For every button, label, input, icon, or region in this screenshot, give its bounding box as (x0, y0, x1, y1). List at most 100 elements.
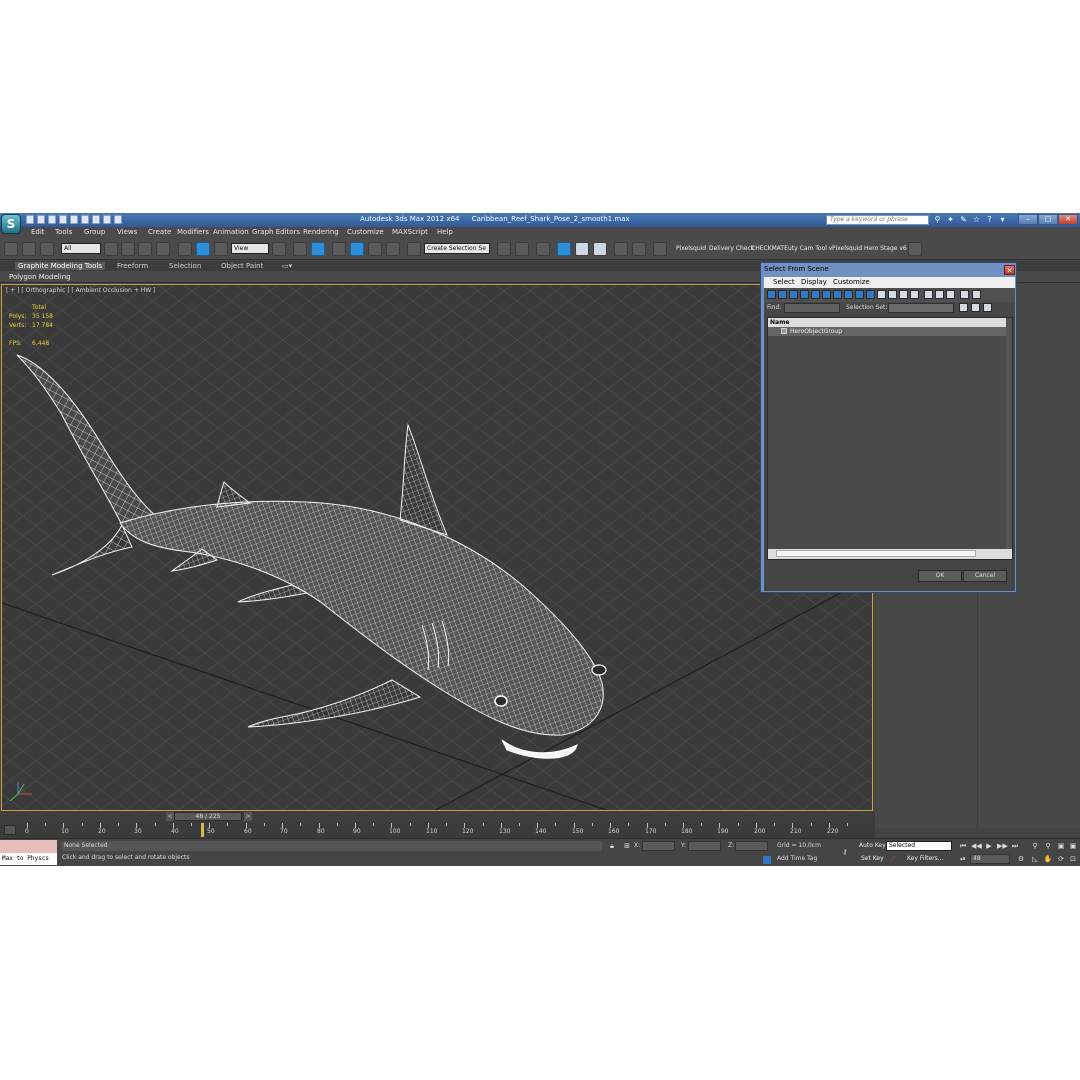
render-frame-window-icon[interactable] (653, 242, 667, 256)
default-in-out-tangent-icon[interactable]: ⟋ (889, 855, 897, 863)
display-lights-icon[interactable] (789, 290, 798, 299)
cancel-button[interactable]: Cancel (963, 570, 1007, 582)
ribbon-options-icon[interactable]: ▭▾ (282, 262, 292, 270)
display-xrefs-icon[interactable] (844, 290, 853, 299)
scene-object-list[interactable]: Name HeroObjectGroup (767, 317, 1013, 560)
select-none-icon[interactable] (935, 290, 944, 299)
project-folder-icon[interactable] (103, 215, 111, 224)
tab-freeform[interactable]: Freeform (117, 262, 148, 270)
previous-frame-icon[interactable]: ◀◀ (971, 841, 982, 851)
keyboard-shortcut-override-icon[interactable] (311, 242, 325, 256)
edit-named-selection-icon[interactable] (407, 242, 421, 256)
filter-icon[interactable] (960, 290, 969, 299)
select-all-icon[interactable] (924, 290, 933, 299)
menu-create[interactable]: Create (148, 228, 171, 236)
tab-graphite-modeling-tools[interactable]: Graphite Modeling Tools (15, 262, 106, 270)
checkmate-button[interactable]: CHECKMATE (751, 245, 788, 252)
select-object-icon[interactable] (104, 242, 118, 256)
display-groups-icon[interactable] (833, 290, 842, 299)
display-hidden-icon[interactable] (888, 290, 897, 299)
tab-selection[interactable]: Selection (169, 262, 201, 270)
shark-wireframe-model[interactable] (2, 285, 873, 811)
y-coordinate-field[interactable] (688, 841, 721, 851)
close-button[interactable]: ✕ (1058, 214, 1078, 225)
menu-modifiers[interactable]: Modifiers (177, 228, 209, 236)
selection-set-dropdown[interactable] (888, 303, 954, 313)
maxscript-input[interactable]: Max to Physcs (0, 853, 57, 865)
key-selection-dropdown[interactable]: Selected (886, 841, 952, 851)
key-filters-button[interactable]: Key Filters... (907, 855, 944, 862)
schematic-view-icon[interactable] (593, 242, 607, 256)
save-file-icon[interactable] (48, 215, 56, 224)
undo-dropdown-icon[interactable] (70, 215, 78, 224)
percent-snap-icon[interactable] (368, 242, 382, 256)
redo-dropdown-icon[interactable] (92, 215, 100, 224)
horizontal-scroll-thumb[interactable] (776, 550, 976, 557)
polygon-modeling-panel[interactable]: Polygon Modeling (9, 273, 71, 281)
select-and-link-icon[interactable] (4, 242, 18, 256)
remove-selection-set-icon[interactable] (983, 303, 992, 312)
menu-views[interactable]: Views (117, 228, 137, 236)
snaps-toggle-icon[interactable] (332, 242, 346, 256)
display-cameras-icon[interactable] (800, 290, 809, 299)
menu-maxscript[interactable]: MAXScript (392, 228, 428, 236)
display-helpers-icon[interactable] (811, 290, 820, 299)
help-dropdown-icon[interactable]: ▾ (998, 215, 1007, 224)
display-none-icon[interactable] (910, 290, 919, 299)
pan-view-icon[interactable]: ✋ (1043, 854, 1053, 864)
time-slider-next-button[interactable]: > (244, 812, 252, 821)
x-coordinate-field[interactable] (642, 841, 675, 851)
track-bar[interactable]: 0 10 20 30 40 50 60 70 80 90 100 110 120 130 140 150 160… (0, 823, 875, 838)
material-editor-icon[interactable] (614, 242, 628, 256)
named-selection-set-dropdown[interactable]: Create Selection Se (424, 243, 490, 254)
pivot-center-icon[interactable] (272, 242, 286, 256)
current-frame-field[interactable]: 48 (970, 854, 1010, 864)
menu-edit[interactable]: Edit (31, 228, 45, 236)
mirror-icon[interactable] (497, 242, 511, 256)
redo-icon[interactable] (81, 215, 89, 224)
select-and-manipulate-icon[interactable] (293, 242, 307, 256)
display-space-warps-icon[interactable] (822, 290, 831, 299)
key-mode-toggle-icon[interactable]: ⏯ (958, 854, 968, 864)
selection-filter-dropdown[interactable]: All (61, 243, 101, 254)
curve-editor-icon[interactable] (575, 242, 589, 256)
absolute-mode-icon[interactable]: ⊞ (623, 842, 631, 850)
add-selection-set-icon[interactable] (971, 303, 980, 312)
pixelsquid-button-2[interactable]: Pixelsquid (832, 245, 862, 252)
menu-group[interactable]: Group (84, 228, 105, 236)
help-icon[interactable]: ? (985, 215, 994, 224)
minimize-button[interactable]: – (1018, 214, 1038, 225)
infocenter-search-input[interactable]: Type a keyword or phrase (826, 215, 929, 225)
go-to-end-icon[interactable]: ⏭ (1010, 841, 1020, 851)
time-configuration-icon[interactable]: ⚙ (1016, 854, 1026, 864)
edit-selection-set-icon[interactable] (959, 303, 968, 312)
display-geometry-icon[interactable] (767, 290, 776, 299)
menu-help[interactable]: Help (437, 228, 453, 236)
reference-coordinate-dropdown[interactable]: View (231, 243, 269, 254)
set-key-icon[interactable]: ⚷ (838, 848, 852, 856)
new-file-icon[interactable] (26, 215, 34, 224)
graphite-toggle-icon[interactable] (557, 242, 571, 256)
dialog-close-button[interactable]: ✕ (1004, 265, 1015, 275)
rectangular-selection-icon[interactable] (138, 242, 152, 256)
dialog-menu-customize[interactable]: Customize (833, 278, 870, 286)
z-coordinate-field[interactable] (735, 841, 768, 851)
select-and-scale-icon[interactable] (214, 242, 228, 256)
application-menu-logo-icon[interactable]: S (1, 214, 21, 234)
spinner-snap-icon[interactable] (386, 242, 400, 256)
list-item[interactable]: HeroObjectGroup (768, 327, 1012, 336)
window-crossing-icon[interactable] (156, 242, 170, 256)
viewport-label-menu[interactable]: [ + ] [ Orthographic ] [ Ambient Occlusi… (6, 287, 155, 294)
menu-rendering[interactable]: Rendering (303, 228, 339, 236)
subscription-icon[interactable]: ✦ (946, 215, 955, 224)
open-file-icon[interactable] (37, 215, 45, 224)
display-shapes-icon[interactable] (778, 290, 787, 299)
communication-center-icon[interactable]: ✎ (959, 215, 968, 224)
unlink-icon[interactable] (22, 242, 36, 256)
list-vertical-scrollbar[interactable] (1006, 318, 1012, 549)
ok-button[interactable]: OK (918, 570, 962, 582)
perspective-viewport[interactable]: [ + ] [ Orthographic ] [ Ambient Occlusi… (1, 284, 873, 811)
select-by-name-icon[interactable] (121, 242, 135, 256)
undo-icon[interactable] (59, 215, 67, 224)
maximize-viewport-icon[interactable]: ⊡ (1068, 854, 1078, 864)
